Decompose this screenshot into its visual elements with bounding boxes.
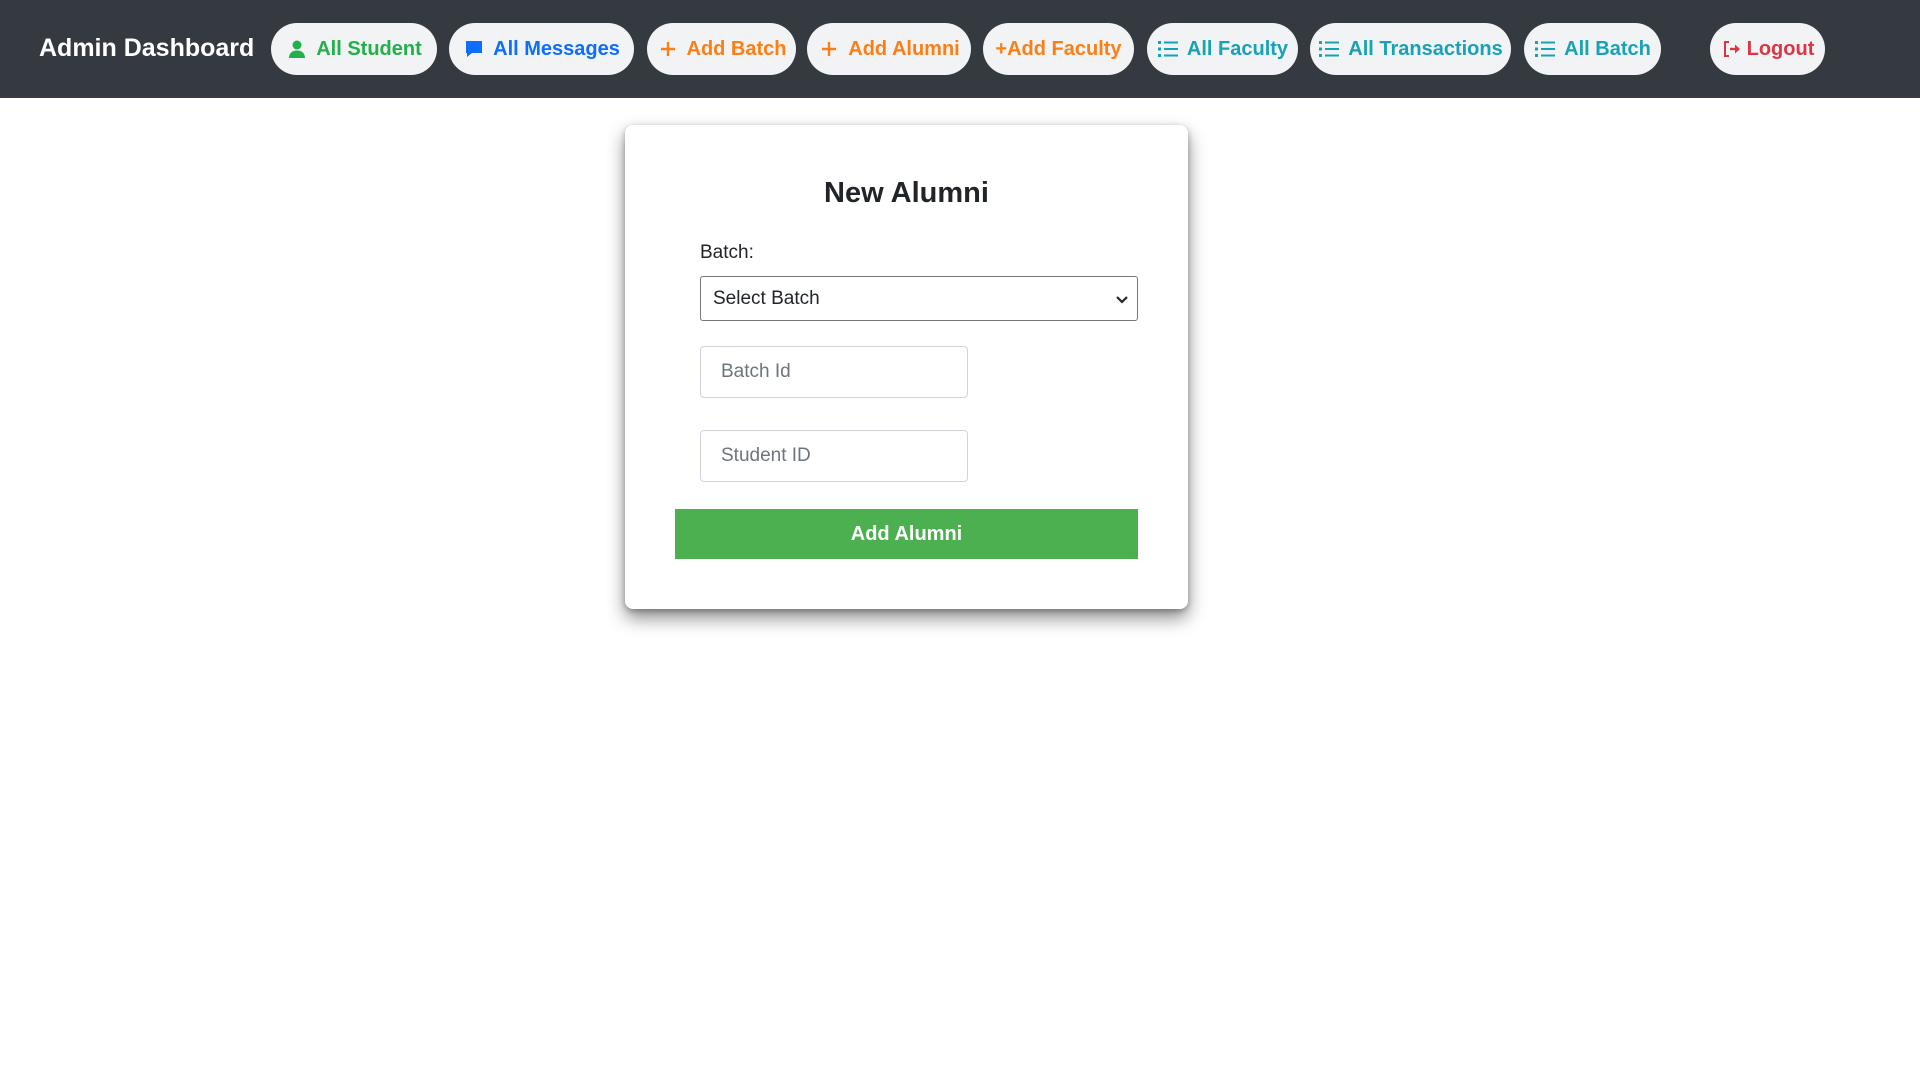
- nav-add-faculty-label: +Add Faculty: [995, 37, 1122, 60]
- student-id-input[interactable]: [700, 430, 968, 482]
- brand-title[interactable]: Admin Dashboard: [39, 34, 254, 63]
- top-navbar: Admin Dashboard All Student All Messages…: [0, 0, 1920, 98]
- batch-id-input[interactable]: [700, 346, 968, 398]
- logout-label: Logout: [1746, 37, 1815, 60]
- nav-all-student-button[interactable]: All Student: [271, 23, 437, 75]
- user-icon: [286, 38, 308, 60]
- nav-all-transactions-label: All Transactions: [1348, 37, 1503, 60]
- batch-select[interactable]: Select Batch: [700, 276, 1138, 321]
- nav-all-faculty-label: All Faculty: [1186, 37, 1289, 60]
- add-alumni-button[interactable]: Add Alumni: [675, 509, 1138, 559]
- nav-all-batch-label: All Batch: [1564, 37, 1651, 60]
- sign-out-icon: [1721, 38, 1743, 60]
- message-icon: [463, 38, 485, 60]
- plus-icon: [657, 38, 679, 60]
- list-icon: [1157, 38, 1179, 60]
- logout-button[interactable]: Logout: [1710, 23, 1825, 75]
- nav-all-messages-button[interactable]: All Messages: [449, 23, 634, 75]
- new-alumni-card: New Alumni Batch: Select Batch Add Alumn…: [625, 125, 1188, 609]
- nav-add-alumni-label: Add Alumni: [848, 37, 960, 60]
- batch-select-value: Select Batch: [713, 287, 820, 309]
- chevron-down-icon: [1115, 291, 1129, 313]
- nav-all-messages-label: All Messages: [493, 37, 620, 60]
- nav-add-alumni-button[interactable]: Add Alumni: [807, 23, 971, 75]
- list-icon: [1534, 38, 1556, 60]
- batch-label: Batch:: [700, 242, 754, 263]
- nav-add-batch-button[interactable]: Add Batch: [647, 23, 796, 75]
- form-title: New Alumni: [824, 177, 989, 209]
- nav-all-transactions-button[interactable]: All Transactions: [1310, 23, 1511, 75]
- nav-add-faculty-button[interactable]: +Add Faculty: [983, 23, 1134, 75]
- nav-all-faculty-button[interactable]: All Faculty: [1147, 23, 1298, 75]
- nav-add-batch-label: Add Batch: [686, 37, 787, 60]
- plus-icon: [818, 38, 840, 60]
- nav-all-student-label: All Student: [316, 37, 422, 60]
- list-icon: [1318, 38, 1340, 60]
- nav-all-batch-button[interactable]: All Batch: [1524, 23, 1661, 75]
